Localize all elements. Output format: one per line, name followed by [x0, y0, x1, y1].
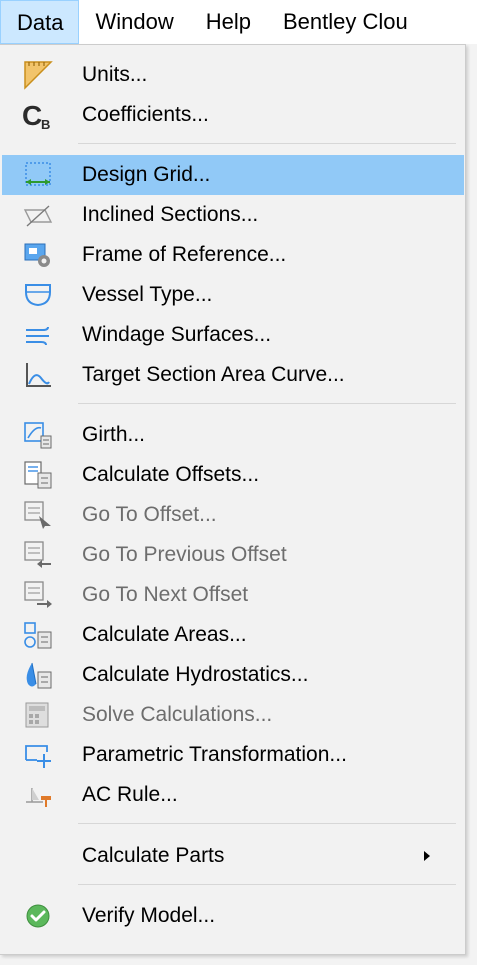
design-grid-icon [22, 159, 54, 191]
frame-of-reference-icon [22, 239, 54, 271]
submenu-arrow-icon [424, 851, 430, 861]
go-to-offset-icon [22, 499, 54, 531]
menu-item-label: Windage Surfaces... [82, 323, 272, 346]
menu-item-label: Vessel Type... [82, 283, 213, 306]
parametric-transformation-icon [22, 739, 54, 771]
menu-item-units[interactable]: Units... [2, 55, 464, 95]
previous-offset-icon [22, 539, 54, 571]
menu-item-label: Design Grid... [82, 163, 211, 186]
menubar-item-bentley-cloud[interactable]: Bentley Clou [267, 0, 424, 44]
solve-calculations-icon [22, 699, 54, 731]
menu-item-label: Calculate Offsets... [82, 463, 260, 486]
menu-item-go-to-previous-offset[interactable]: Go To Previous Offset [2, 535, 464, 575]
menu-item-inclined-sections[interactable]: Inclined Sections... [2, 195, 464, 235]
background-window-bottom [0, 955, 477, 965]
menu-separator [78, 823, 456, 824]
menubar-item-help[interactable]: Help [190, 0, 267, 44]
cb-letter: C [22, 100, 42, 131]
menu-item-label: Go To Offset... [82, 503, 217, 526]
menu-item-label: Frame of Reference... [82, 243, 287, 266]
menu-item-vessel-type[interactable]: Vessel Type... [2, 275, 464, 315]
menu-item-label: Go To Next Offset [82, 583, 249, 606]
wind-icon [22, 319, 54, 351]
background-window-edge [465, 44, 477, 965]
menu-item-parametric-transformation[interactable]: Parametric Transformation... [2, 735, 464, 775]
menu-item-calculate-parts[interactable]: Calculate Parts [2, 836, 464, 876]
data-menu-dropdown: Units... C B Coefficients... Design Grid… [0, 44, 466, 955]
inclined-plane-icon [22, 199, 54, 231]
menu-item-coefficients[interactable]: C B Coefficients... [2, 95, 464, 135]
menu-item-design-grid[interactable]: Design Grid... [2, 155, 464, 195]
menu-item-label: Parametric Transformation... [82, 743, 347, 766]
menu-item-label: AC Rule... [82, 783, 178, 806]
calculate-offsets-icon [22, 459, 54, 491]
ac-rule-icon [22, 779, 54, 811]
hydrostatics-icon [22, 659, 54, 691]
menu-item-go-to-offset[interactable]: Go To Offset... [2, 495, 464, 535]
girth-icon [22, 419, 54, 451]
menu-item-label: Target Section Area Curve... [82, 363, 345, 386]
menu-item-label: Coefficients... [82, 103, 209, 126]
menubar-item-data[interactable]: Data [0, 0, 80, 44]
menubar: Data Window Help Bentley Clou [0, 0, 477, 44]
cb-coefficient-icon: C B [22, 99, 54, 131]
menu-item-frame-of-reference[interactable]: Frame of Reference... [2, 235, 464, 275]
check-badge-icon [22, 900, 54, 932]
menu-item-label: Girth... [82, 423, 146, 446]
menu-item-solve-calculations[interactable]: Solve Calculations... [2, 695, 464, 735]
menu-item-label: Units... [82, 63, 148, 86]
menu-item-go-to-next-offset[interactable]: Go To Next Offset [2, 575, 464, 615]
menu-item-label: Verify Model... [82, 904, 216, 927]
next-offset-icon [22, 579, 54, 611]
area-curve-icon [22, 359, 54, 391]
menu-item-calculate-offsets[interactable]: Calculate Offsets... [2, 455, 464, 495]
menu-separator [78, 884, 456, 885]
menu-item-ac-rule[interactable]: AC Rule... [2, 775, 464, 815]
calculate-areas-icon [22, 619, 54, 651]
vessel-hull-icon [22, 279, 54, 311]
menu-item-label: Calculate Hydrostatics... [82, 663, 309, 686]
ruler-icon [22, 59, 54, 91]
menubar-item-window[interactable]: Window [79, 0, 189, 44]
menu-item-label: Calculate Parts [82, 844, 225, 867]
menu-item-label: Inclined Sections... [82, 203, 259, 226]
menu-item-girth[interactable]: Girth... [2, 415, 464, 455]
menu-item-windage-surfaces[interactable]: Windage Surfaces... [2, 315, 464, 355]
menu-separator [78, 403, 456, 404]
cb-subscript: B [41, 117, 50, 131]
menu-item-calculate-areas[interactable]: Calculate Areas... [2, 615, 464, 655]
menu-item-target-section-area-curve[interactable]: Target Section Area Curve... [2, 355, 464, 395]
menu-separator [78, 143, 456, 144]
menu-item-label: Go To Previous Offset [82, 543, 287, 566]
menu-item-calculate-hydrostatics[interactable]: Calculate Hydrostatics... [2, 655, 464, 695]
menu-item-verify-model[interactable]: Verify Model... [2, 896, 464, 936]
menu-item-label: Solve Calculations... [82, 703, 273, 726]
menu-item-label: Calculate Areas... [82, 623, 247, 646]
